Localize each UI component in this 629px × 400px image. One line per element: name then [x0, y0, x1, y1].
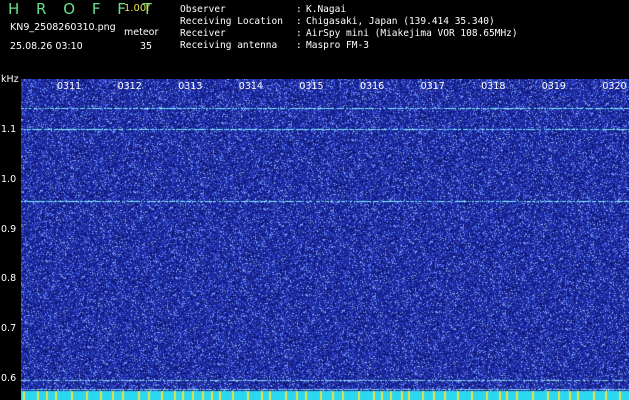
y-tick-label: 1.0 [1, 174, 17, 185]
info-key-location: Receiving Location [180, 16, 283, 27]
y-axis-unit: kHz [1, 74, 19, 85]
x-tick-label: 0318 [481, 81, 506, 92]
info-sep: : [296, 40, 302, 51]
x-tick-label: 0312 [117, 81, 142, 92]
header-panel: H R O F F T 1.00f KN9_2508260310.png met… [0, 0, 629, 72]
y-tick-label: 0.8 [1, 273, 17, 284]
info-sep: : [296, 16, 302, 27]
x-tick-label: 0315 [299, 81, 324, 92]
info-key-antenna: Receiving antenna [180, 40, 278, 51]
y-tick-label: 1.1 [1, 124, 17, 135]
x-tick-label: 0313 [178, 81, 203, 92]
info-value-receiver: AirSpy mini (Miakejima VOR 108.65MHz) [306, 28, 518, 39]
y-tick-label: 0.7 [1, 323, 17, 334]
info-value-location: Chigasaki, Japan (139.414 35.340) [306, 16, 495, 27]
meteor-count: 35 [140, 41, 153, 52]
info-sep: : [296, 28, 302, 39]
x-tick-label: 0319 [541, 81, 566, 92]
info-value-observer: K.Nagai [306, 4, 347, 15]
x-tick-label: 0320 [602, 81, 627, 92]
x-tick-label: 0311 [57, 81, 82, 92]
x-tick-label: 0316 [360, 81, 385, 92]
version-label: 1.00f [124, 3, 150, 14]
info-sep: : [296, 4, 302, 15]
info-key-receiver: Receiver [180, 28, 226, 39]
datetime-label: 25.08.26 03:10 [10, 41, 83, 52]
unit-label: meteor [124, 27, 159, 38]
x-tick-label: 0314 [238, 81, 263, 92]
spectrogram-plot [21, 79, 629, 400]
y-tick-label: 0.6 [1, 373, 17, 384]
x-tick-label: 0317 [420, 81, 445, 92]
info-value-antenna: Maspro FM-3 [306, 40, 369, 51]
file-name: KN9_2508260310.png [10, 22, 116, 33]
y-tick-label: 0.9 [1, 224, 17, 235]
info-key-observer: Observer [180, 4, 226, 15]
